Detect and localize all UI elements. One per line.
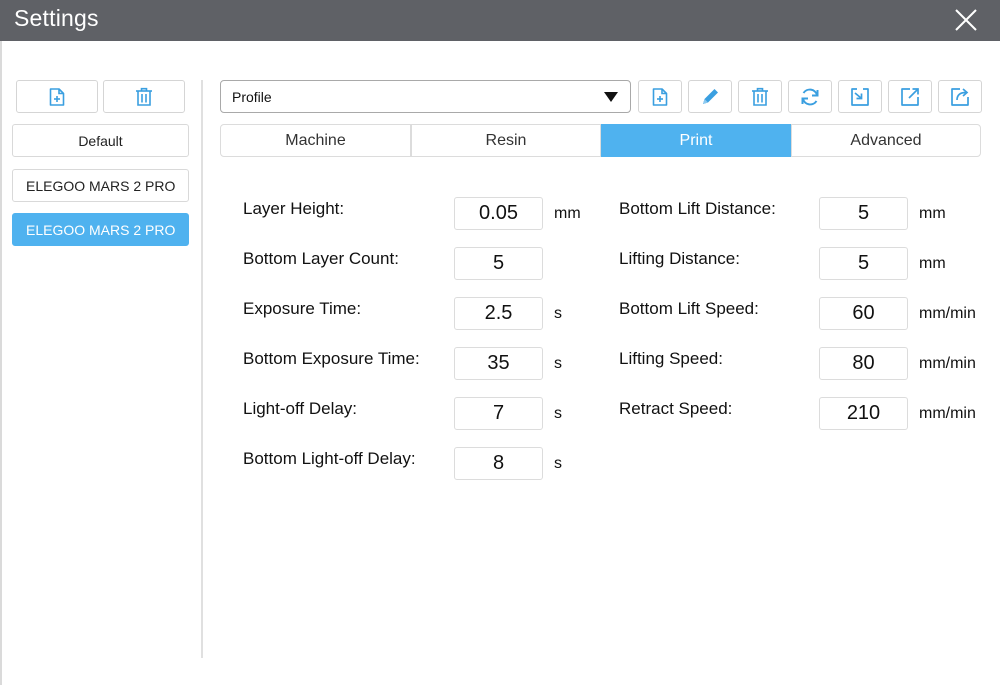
profile-item-elegoo-mars-2-pro[interactable]: ELEGOO MARS 2 PRO xyxy=(12,169,189,202)
tab-label: Resin xyxy=(485,131,527,149)
bottom-light-off-delay-input[interactable]: 8 xyxy=(454,447,543,480)
panel-divider xyxy=(201,80,203,658)
lifting-distance-unit: mm xyxy=(919,255,946,272)
bottom-exposure-time-input[interactable]: 35 xyxy=(454,347,543,380)
layer-height-label: Layer Height: xyxy=(243,199,345,218)
tab-resin[interactable]: Resin xyxy=(411,124,601,157)
add-file-icon xyxy=(49,87,65,106)
bottom-exposure-time-label: Bottom Exposure Time: xyxy=(243,349,420,368)
exposure-time-unit: s xyxy=(554,305,562,322)
bottom-light-off-delay-label: Bottom Light-off Delay: xyxy=(243,449,416,468)
bottom-lift-distance-unit: mm xyxy=(919,205,946,222)
rename-profile-button[interactable] xyxy=(688,80,732,113)
profile-select-value: Profile xyxy=(232,89,272,105)
window-edge xyxy=(0,41,2,685)
bottom-lift-speed-input[interactable]: 60 xyxy=(819,297,908,330)
tab-label: Machine xyxy=(285,131,346,149)
tab-machine[interactable]: Machine xyxy=(220,124,411,157)
title-bar: Settings xyxy=(0,0,1000,41)
export-button[interactable] xyxy=(888,80,932,113)
share-button[interactable] xyxy=(938,80,982,113)
retract-speed-label: Retract Speed: xyxy=(619,399,733,418)
share-icon xyxy=(951,87,969,106)
delete-button[interactable] xyxy=(738,80,782,113)
lifting-distance-input[interactable]: 5 xyxy=(819,247,908,280)
reset-button[interactable] xyxy=(788,80,832,113)
bottom-lift-distance-label: Bottom Lift Distance: xyxy=(619,199,776,218)
new-profile-button[interactable] xyxy=(638,80,682,113)
lifting-speed-unit: mm/min xyxy=(919,355,976,372)
tab-advanced[interactable]: Advanced xyxy=(791,124,981,157)
profile-item-label: ELEGOO MARS 2 PRO xyxy=(26,221,176,238)
chevron-down-icon xyxy=(604,92,618,102)
delete-profile-button[interactable] xyxy=(103,80,185,113)
light-off-delay-unit: s xyxy=(554,405,562,422)
add-profile-button[interactable] xyxy=(16,80,98,113)
exposure-time-input[interactable]: 2.5 xyxy=(454,297,543,330)
close-icon xyxy=(955,9,977,31)
window-title: Settings xyxy=(14,5,99,31)
pencil-icon xyxy=(703,88,718,104)
tab-label: Print xyxy=(679,131,713,149)
lifting-distance-label: Lifting Distance: xyxy=(619,249,740,268)
lifting-speed-input[interactable]: 80 xyxy=(819,347,908,380)
add-file-icon xyxy=(652,87,668,106)
layer-height-unit: mm xyxy=(554,205,581,222)
bottom-lift-speed-unit: mm/min xyxy=(919,305,976,322)
lifting-speed-label: Lifting Speed: xyxy=(619,349,723,368)
bottom-layer-count-label: Bottom Layer Count: xyxy=(243,249,399,268)
light-off-delay-label: Light-off Delay: xyxy=(243,399,358,418)
profile-item-default[interactable]: Default xyxy=(12,124,189,157)
bottom-exposure-time-unit: s xyxy=(554,355,562,372)
exposure-time-label: Exposure Time: xyxy=(243,299,362,318)
bottom-lift-distance-input[interactable]: 5 xyxy=(819,197,908,230)
refresh-icon xyxy=(801,88,819,105)
close-button[interactable] xyxy=(954,8,978,32)
retract-speed-input[interactable]: 210 xyxy=(819,397,908,430)
export-icon xyxy=(901,87,919,106)
import-button[interactable] xyxy=(838,80,882,113)
import-icon xyxy=(851,87,869,106)
trash-icon xyxy=(136,87,152,106)
tab-print[interactable]: Print xyxy=(601,124,791,157)
retract-speed-unit: mm/min xyxy=(919,405,976,422)
layer-height-input[interactable]: 0.05 xyxy=(454,197,543,230)
profile-select[interactable]: Profile xyxy=(220,80,631,113)
bottom-lift-speed-label: Bottom Lift Speed: xyxy=(619,299,759,318)
tab-label: Advanced xyxy=(850,131,922,149)
profile-item-elegoo-mars-2-pro-selected[interactable]: ELEGOO MARS 2 PRO xyxy=(12,213,189,246)
bottom-light-off-delay-unit: s xyxy=(554,455,562,472)
profile-item-label: ELEGOO MARS 2 PRO xyxy=(26,177,176,194)
trash-icon xyxy=(752,87,768,106)
profile-item-label: Default xyxy=(78,132,123,149)
bottom-layer-count-input[interactable]: 5 xyxy=(454,247,543,280)
light-off-delay-input[interactable]: 7 xyxy=(454,397,543,430)
